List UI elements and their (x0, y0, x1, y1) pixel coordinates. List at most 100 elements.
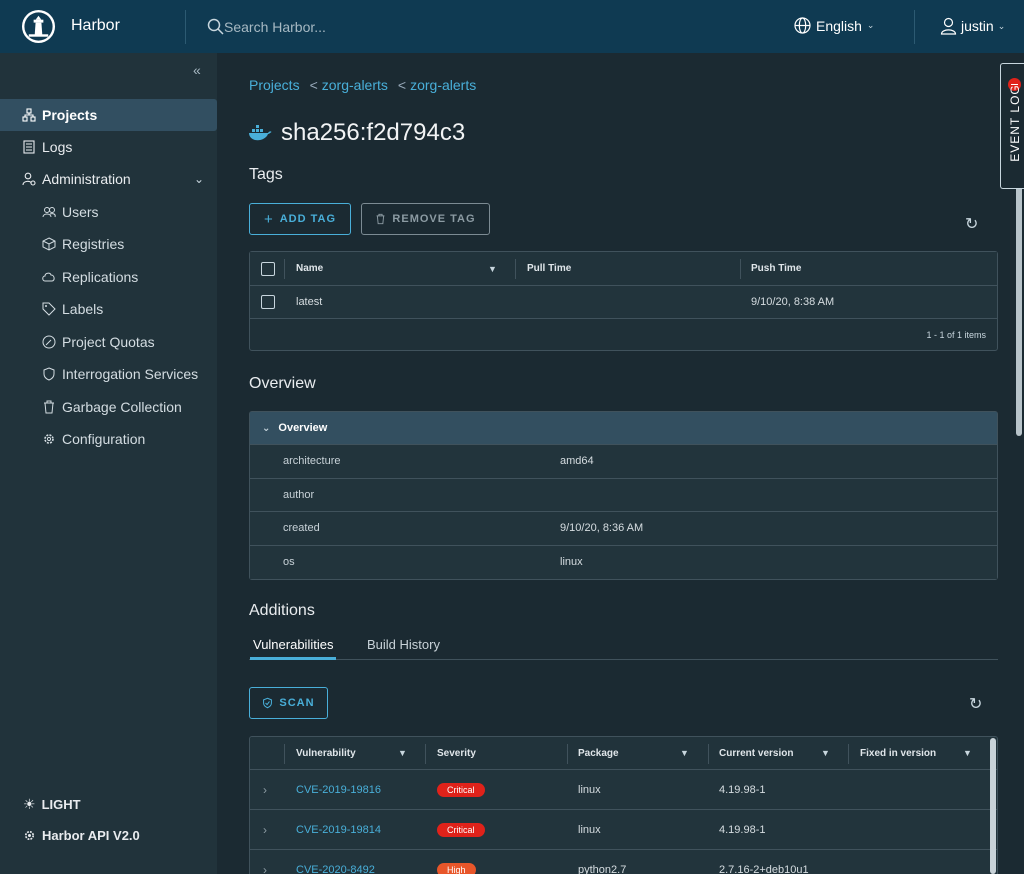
overview-row: architecture amd64 (250, 445, 997, 479)
gear-icon (44, 434, 54, 444)
remove-tag-label: REMOVE TAG (392, 213, 476, 225)
harbor-api-link[interactable]: Harbor API V2.0 (23, 828, 140, 843)
table-row[interactable]: › CVE-2020-8492 High python2.7 2.7.16-2+… (250, 850, 997, 874)
tags-heading: Tags (249, 166, 283, 183)
column-package[interactable]: Package (578, 737, 619, 769)
filter-icon[interactable]: ▼ (821, 737, 830, 769)
filter-icon[interactable]: ▼ (680, 737, 689, 769)
sidebar-item-label: Configuration (62, 431, 146, 447)
tab-vulnerabilities[interactable]: Vulnerabilities (250, 637, 337, 660)
overview-key: author (283, 488, 315, 501)
package-name: linux (578, 783, 601, 796)
search-input[interactable] (224, 16, 524, 38)
sidebar-item-label: Logs (42, 139, 73, 155)
pagination-count: 1 - 1 of 1 items (926, 329, 986, 340)
column-current-version[interactable]: Current version (719, 737, 793, 769)
filter-icon[interactable]: ▼ (398, 737, 407, 769)
filter-icon[interactable]: ▼ (488, 252, 497, 285)
main-content: Projects < zorg-alerts < zorg-alerts sha… (217, 53, 1024, 874)
users-icon (42, 207, 56, 218)
row-checkbox[interactable] (261, 295, 275, 309)
chevron-down-icon: ⌄ (866, 20, 875, 30)
select-all-checkbox[interactable] (261, 261, 275, 276)
column-severity[interactable]: Severity (437, 737, 476, 769)
breadcrumb-projects[interactable]: Projects (249, 77, 300, 93)
collapse-sidebar-icon[interactable]: « (193, 62, 201, 78)
sidebar-item-label: Administration (42, 171, 131, 187)
refresh-tags-icon[interactable]: ↻ (965, 214, 978, 234)
vulnerabilities-table: Vulnerability ▼ Severity Package ▼ Curre… (249, 736, 998, 874)
sidebar-item-label: Labels (62, 301, 104, 317)
vulnerability-id[interactable]: CVE-2019-19816 (296, 770, 381, 809)
replications-icon (42, 272, 55, 282)
sidebar-item-garbage-collection[interactable]: Garbage Collection (0, 391, 217, 423)
overview-key: created (283, 522, 320, 534)
column-vulnerability[interactable]: Vulnerability (296, 737, 356, 769)
overview-value: amd64 (560, 455, 594, 467)
tag-name: latest (296, 296, 323, 308)
sidebar-item-administration[interactable]: Administration ⌄ (0, 163, 217, 195)
breadcrumb-repository[interactable]: zorg-alerts (410, 77, 476, 93)
theme-toggle-label: LIGHT (41, 797, 81, 812)
additions-tabs: Vulnerabilities Build History (249, 637, 998, 660)
tab-build-history[interactable]: Build History (367, 637, 440, 660)
sidebar-item-project-quotas[interactable]: Project Quotas (0, 326, 217, 358)
top-header: Harbor English ⌄ justin ⌄ (0, 0, 1024, 53)
column-name[interactable]: Name (296, 252, 323, 285)
package-name: linux (578, 823, 601, 836)
table-row[interactable]: › CVE-2019-19814 Critical linux 4.19.98-… (250, 810, 997, 850)
event-log-tab[interactable]: EVENT LOG (1000, 63, 1024, 189)
overview-row: created 9/10/20, 8:36 AM (250, 512, 997, 546)
sidebar-item-registries[interactable]: Registries (0, 228, 217, 260)
column-fixed-version[interactable]: Fixed in version (860, 737, 936, 769)
sidebar-item-logs[interactable]: Logs (0, 131, 217, 163)
breadcrumb-separator: < (397, 77, 407, 93)
shield-icon (263, 697, 273, 709)
severity-badge: High (437, 862, 476, 874)
overview-value: 9/10/20, 8:36 AM (560, 522, 644, 534)
table-row[interactable]: latest 9/10/20, 8:38 AM (250, 286, 997, 319)
scan-button[interactable]: SCAN (249, 687, 328, 719)
brand-name[interactable]: Harbor (71, 17, 120, 35)
table-row[interactable]: › CVE-2019-19816 Critical linux 4.19.98-… (250, 770, 997, 810)
trash-icon (376, 213, 385, 225)
add-tag-label: ADD TAG (279, 213, 337, 225)
sidebar-item-configuration[interactable]: Configuration (0, 423, 217, 455)
refresh-vulnerabilities-icon[interactable]: ↻ (969, 694, 982, 714)
overview-row: os linux (250, 545, 997, 579)
overview-panel-toggle[interactable]: ⌄ Overview (250, 412, 997, 445)
sidebar-item-interrogation-services[interactable]: Interrogation Services (0, 358, 217, 390)
registries-icon (42, 237, 56, 251)
breadcrumb-project[interactable]: zorg-alerts (322, 77, 388, 93)
expand-row-icon[interactable]: › (263, 850, 267, 874)
language-selector[interactable]: English ⌄ (794, 17, 874, 34)
sidebar-item-labels[interactable]: Labels (0, 293, 217, 325)
theme-toggle[interactable]: ☀ LIGHT (23, 796, 81, 813)
table-scrollbar[interactable] (990, 738, 996, 874)
projects-icon (22, 108, 36, 122)
language-label: English (816, 17, 862, 34)
add-tag-button[interactable]: + ADD TAG (249, 203, 351, 235)
sidebar-item-replications[interactable]: Replications (0, 261, 217, 293)
sidebar-item-projects[interactable]: Projects (0, 99, 217, 131)
column-pull-time[interactable]: Pull Time (527, 252, 571, 285)
remove-tag-button[interactable]: REMOVE TAG (361, 203, 490, 235)
trash-icon (44, 400, 54, 414)
vulnerability-id[interactable]: CVE-2019-19814 (296, 810, 381, 849)
user-icon (940, 17, 957, 35)
quotas-icon (42, 335, 56, 349)
vulnerability-id[interactable]: CVE-2020-8492 (296, 850, 375, 874)
harbor-logo-icon[interactable] (21, 9, 56, 44)
table-header: Vulnerability ▼ Severity Package ▼ Curre… (250, 737, 997, 770)
user-menu[interactable]: justin ⌄ (940, 17, 1005, 35)
current-version: 2.7.16-2+deb10u1 (719, 863, 809, 874)
expand-row-icon[interactable]: › (263, 810, 267, 849)
search-icon[interactable] (207, 18, 224, 35)
table-footer: 1 - 1 of 1 items (250, 319, 997, 350)
column-push-time[interactable]: Push Time (751, 252, 801, 285)
sidebar-item-users[interactable]: Users (0, 196, 217, 228)
current-version: 4.19.98-1 (719, 823, 766, 836)
filter-icon[interactable]: ▼ (963, 737, 972, 769)
expand-row-icon[interactable]: › (263, 770, 267, 809)
logs-icon (23, 140, 35, 154)
